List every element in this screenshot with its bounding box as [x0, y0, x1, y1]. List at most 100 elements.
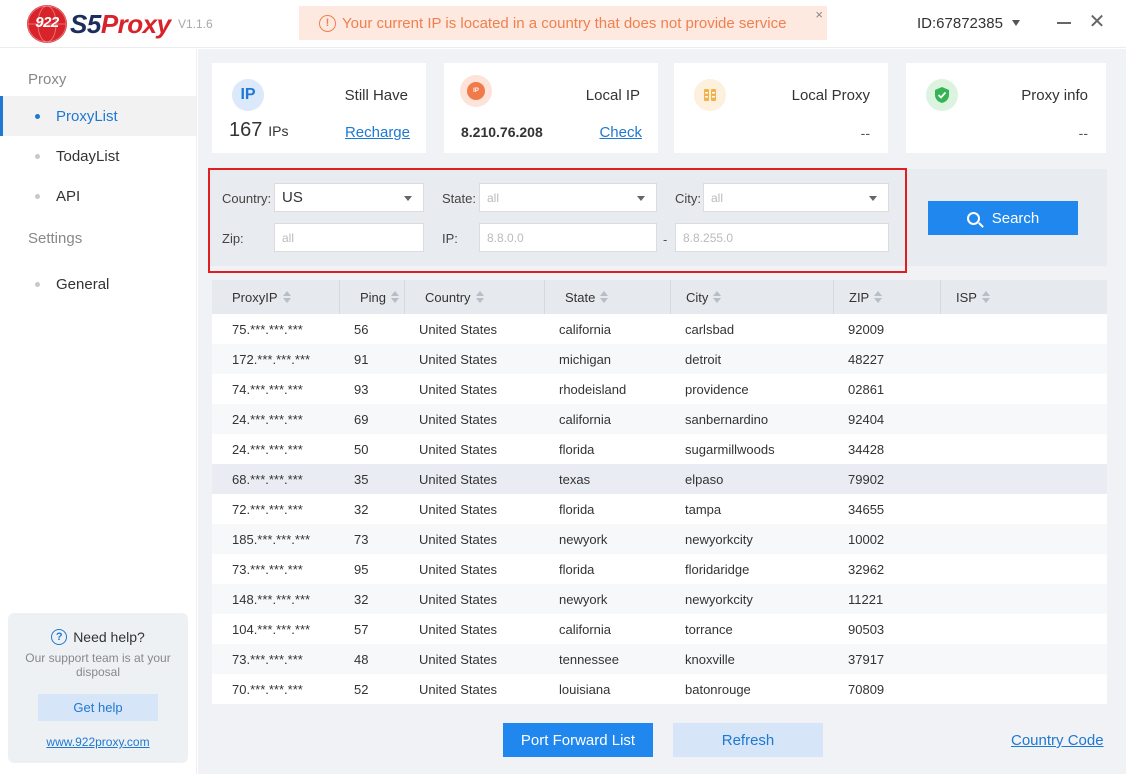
location-ip-glyph: IP	[467, 82, 485, 100]
ip-label: IP:	[442, 231, 458, 246]
zip-cell: 11221	[848, 591, 884, 607]
state-cell: texas	[559, 471, 591, 487]
table-row[interactable]: 70.***.***.*** 52 United States louisiana ba…	[212, 674, 1107, 704]
column-header-label: Country	[425, 289, 471, 305]
column-header-city[interactable]: City	[671, 280, 834, 314]
bullet-icon	[35, 194, 40, 199]
chevron-down-icon[interactable]	[1012, 20, 1020, 26]
card-title: Still Have	[344, 87, 408, 104]
column-header-zip[interactable]: ZIP	[834, 280, 941, 314]
local-ip-value: 8.210.76.208	[461, 124, 543, 140]
zip-cell: 70809	[848, 681, 885, 697]
search-button[interactable]: Search	[928, 201, 1078, 235]
state-cell: newyork	[559, 591, 608, 607]
table-row[interactable]: 104.***.***.*** 57 United States california…	[212, 614, 1107, 644]
state-select[interactable]: all	[479, 183, 657, 212]
user-id[interactable]: ID:67872385	[917, 15, 1003, 32]
country-cell: United States	[419, 651, 498, 667]
window-close-icon[interactable]: ✕	[1087, 12, 1107, 32]
sidebar-item-todaylist[interactable]: TodayList	[0, 136, 196, 176]
city-select[interactable]: all	[703, 183, 889, 212]
proxy-table: ProxyIP Ping Country State City ZIP ISP …	[212, 280, 1107, 704]
sidebar-item-proxylist[interactable]: ProxyList	[0, 96, 196, 136]
ip-to-placeholder: 8.8.255.0	[683, 230, 734, 245]
state-cell: louisiana	[559, 681, 611, 697]
sort-icon	[282, 291, 291, 303]
bullet-icon	[35, 154, 40, 159]
ping-cell: 32	[354, 501, 369, 517]
state-value: all	[487, 190, 500, 205]
port-forward-list-button[interactable]: Port Forward List	[503, 723, 653, 757]
column-header-proxyip[interactable]: ProxyIP	[212, 280, 340, 314]
sidebar-item-general[interactable]: General	[0, 264, 196, 304]
column-header-country[interactable]: Country	[405, 280, 545, 314]
table-row[interactable]: 73.***.***.*** 95 United States florida flor…	[212, 554, 1107, 584]
card-proxy-info: Proxy info --	[906, 63, 1106, 153]
country-code-link[interactable]: Country Code	[1011, 732, 1104, 749]
table-row[interactable]: 72.***.***.*** 32 United States florida tamp…	[212, 494, 1107, 524]
card-title: Local IP	[585, 87, 640, 104]
refresh-button[interactable]: Refresh	[673, 723, 823, 757]
city-cell: providence	[685, 381, 749, 397]
chevron-down-icon	[637, 196, 645, 201]
zip-input[interactable]: all	[274, 223, 424, 252]
get-help-button[interactable]: Get help	[38, 694, 158, 721]
country-select[interactable]: US	[274, 183, 424, 212]
country-cell: United States	[419, 501, 498, 517]
sidebar-item-label: API	[56, 187, 81, 205]
table-row[interactable]: 148.***.***.*** 32 United States newyork new…	[212, 584, 1107, 614]
help-subtitle: Our support team is at your disposal	[25, 651, 171, 679]
logo-wordmark: S5Proxy	[70, 9, 171, 40]
sidebar-item-label: TodayList	[56, 147, 120, 165]
bullet-icon	[35, 114, 40, 119]
close-icon[interactable]: ×	[815, 7, 823, 22]
ip-to-input[interactable]: 8.8.255.0	[675, 223, 889, 252]
table-row[interactable]: 185.***.***.*** 73 United States newyork new…	[212, 524, 1107, 554]
state-cell: newyork	[559, 531, 608, 547]
table-row[interactable]: 172.***.***.*** 91 United States michigan de…	[212, 344, 1107, 374]
sort-icon	[391, 291, 400, 303]
table-row[interactable]: 73.***.***.*** 48 United States tennessee kn…	[212, 644, 1107, 674]
ip-badge-icon: IP	[232, 79, 264, 111]
city-cell: sanbernardino	[685, 411, 769, 427]
proxy-ip-cell: 73.***.***.***	[232, 651, 303, 667]
city-value: all	[711, 190, 724, 205]
city-cell: detroit	[685, 351, 722, 367]
sort-icon	[874, 291, 883, 303]
zip-placeholder: all	[282, 230, 295, 245]
column-header-isp[interactable]: ISP	[941, 280, 1107, 314]
ip-from-placeholder: 8.8.0.0	[487, 230, 524, 245]
zip-cell: 02861	[848, 381, 885, 397]
country-cell: United States	[419, 441, 498, 457]
logo-number: 922	[35, 14, 59, 31]
country-cell: United States	[419, 531, 498, 547]
ping-cell: 95	[354, 561, 369, 577]
state-cell: michigan	[559, 351, 612, 367]
table-row[interactable]: 68.***.***.*** 35 United States texas elpaso…	[212, 464, 1107, 494]
city-cell: elpaso	[685, 471, 724, 487]
table-row[interactable]: 24.***.***.*** 69 United States california s…	[212, 404, 1107, 434]
website-link[interactable]: www.922proxy.com	[8, 735, 188, 749]
check-link[interactable]: Check	[599, 124, 642, 141]
ping-cell: 91	[354, 351, 369, 367]
column-header-ping[interactable]: Ping	[340, 280, 405, 314]
bullet-icon	[35, 282, 40, 287]
shield-check-icon	[926, 79, 958, 111]
city-cell: sugarmillwoods	[685, 441, 775, 457]
table-row[interactable]: 24.***.***.*** 50 United States florida suga…	[212, 434, 1107, 464]
column-header-state[interactable]: State	[545, 280, 671, 314]
ping-cell: 52	[354, 681, 369, 697]
table-row[interactable]: 75.***.***.*** 56 United States california c…	[212, 314, 1107, 344]
card-still-have: IP Still Have 167 IPs Recharge	[212, 63, 426, 153]
minimize-icon[interactable]	[1057, 22, 1071, 24]
proxy-ip-cell: 73.***.***.***	[232, 561, 303, 577]
state-cell: florida	[559, 441, 595, 457]
ip-range-separator: -	[663, 232, 668, 247]
recharge-link[interactable]: Recharge	[345, 124, 410, 141]
state-cell: california	[559, 621, 612, 637]
sidebar-item-api[interactable]: API	[0, 176, 196, 216]
ping-cell: 48	[354, 651, 369, 667]
ip-from-input[interactable]: 8.8.0.0	[479, 223, 657, 252]
help-box: ? Need help? Our support team is at your…	[8, 613, 188, 763]
table-row[interactable]: 74.***.***.*** 93 United States rhodeisland…	[212, 374, 1107, 404]
